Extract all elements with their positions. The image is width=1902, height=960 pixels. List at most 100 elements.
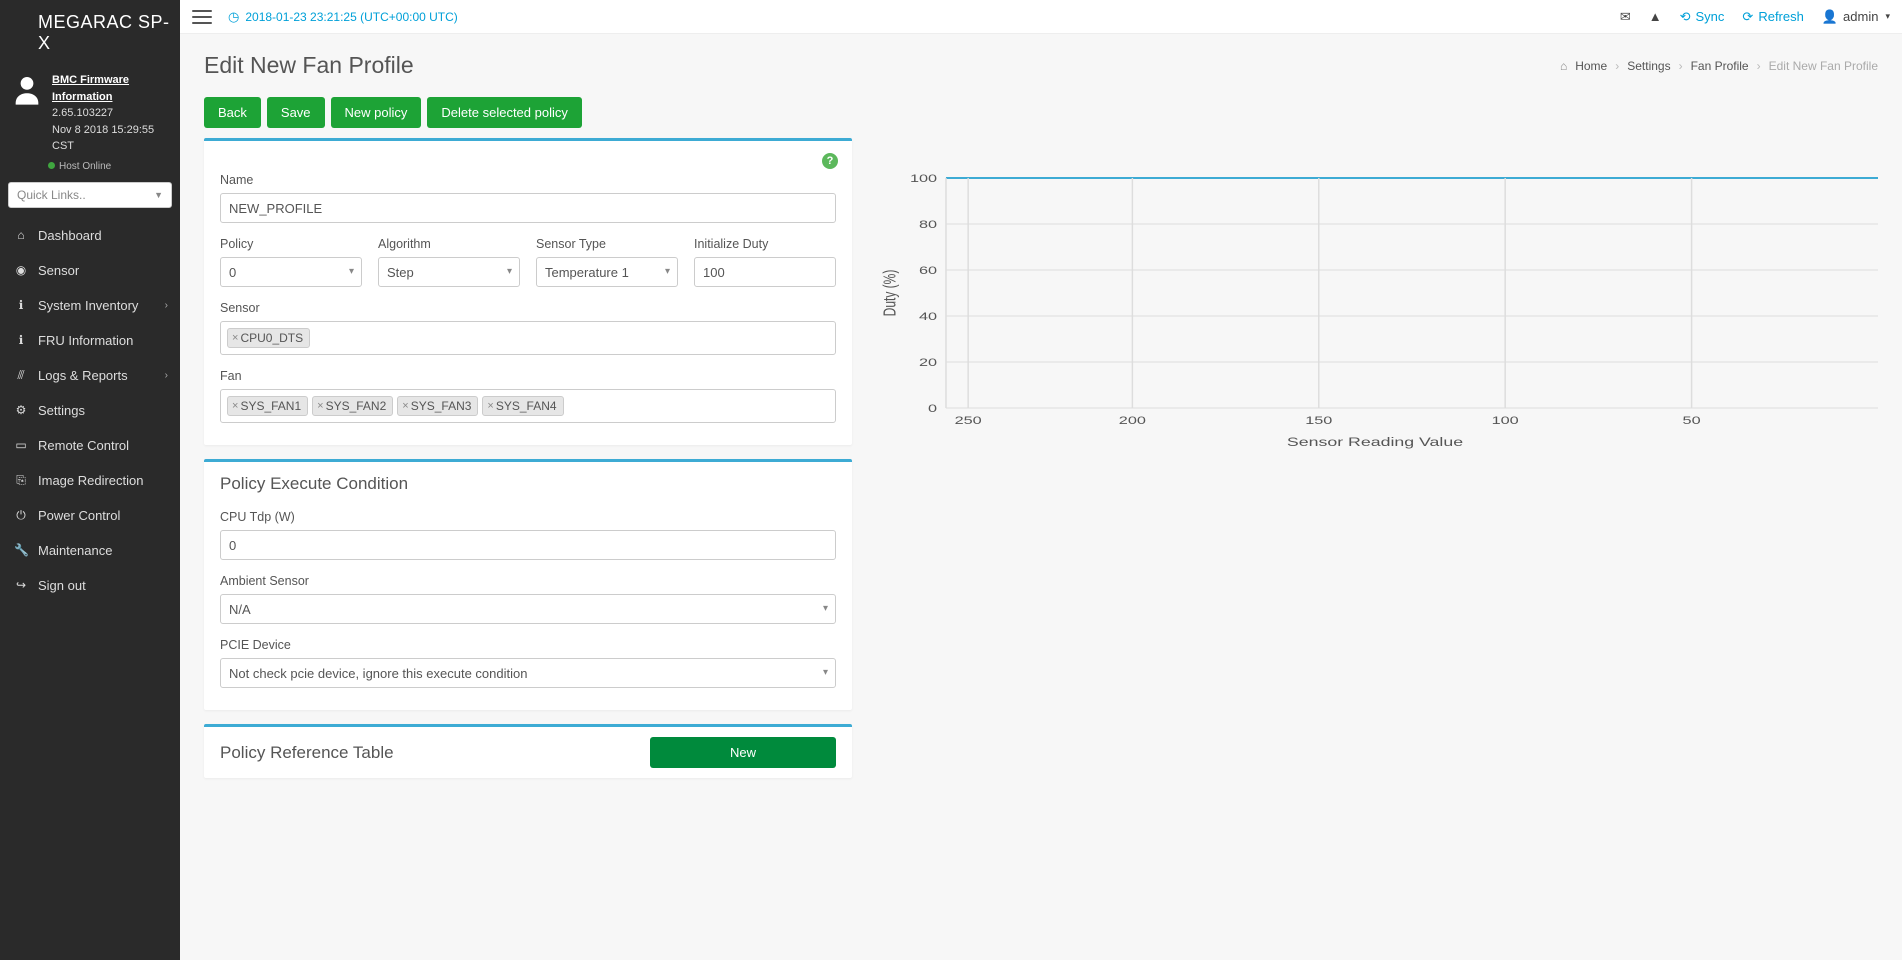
help-icon[interactable]: ?: [822, 153, 838, 169]
init-duty-input[interactable]: [694, 257, 836, 287]
svg-text:100: 100: [1492, 414, 1519, 427]
fan-tag[interactable]: ×SYS_FAN2: [312, 396, 393, 416]
main-content: Edit New Fan Profile ⌂ Home › Settings ›…: [180, 0, 1902, 960]
firmware-info-link[interactable]: BMC Firmware Information: [52, 72, 170, 105]
remove-tag-icon[interactable]: ×: [317, 400, 323, 412]
nav-item-remote-control[interactable]: ▭Remote Control: [0, 428, 180, 463]
home-icon: ⌂: [1560, 59, 1567, 73]
breadcrumb-fan-profile[interactable]: Fan Profile: [1691, 59, 1749, 73]
fan-tag[interactable]: ×SYS_FAN1: [227, 396, 308, 416]
quicklinks-dropdown[interactable]: Quick Links.. ▼: [8, 182, 172, 208]
alert-icon[interactable]: ▲: [1649, 9, 1662, 24]
nav-item-power-control[interactable]: ⏻Power Control: [0, 498, 180, 533]
cpu-tdp-label: CPU Tdp (W): [220, 510, 836, 524]
user-block: BMC Firmware Information 2.65.103227 Nov…: [0, 66, 180, 169]
nav-menu: ⌂Dashboard ◉ Sensor ℹ System Inventory › ℹ FRU …: [0, 218, 180, 603]
nav-icon: ⌂: [14, 228, 28, 242]
user-dropdown[interactable]: 👤admin▾: [1822, 9, 1890, 25]
name-input[interactable]: [220, 193, 836, 223]
host-status: Host Online: [0, 161, 180, 172]
breadcrumb-home[interactable]: Home: [1575, 59, 1607, 73]
fan-tag[interactable]: ×SYS_FAN4: [482, 396, 563, 416]
sensor-type-select[interactable]: Temperature 1: [536, 257, 678, 287]
nav-label: Image Redirection: [38, 473, 144, 488]
ambient-sensor-select[interactable]: N/A: [220, 594, 836, 624]
algorithm-select[interactable]: Step: [378, 257, 520, 287]
nav-icon: ↪: [14, 578, 28, 592]
remove-tag-icon[interactable]: ×: [232, 400, 238, 412]
nav-label: Power Control: [38, 508, 120, 523]
nav-icon: ◉: [14, 263, 28, 277]
nav-icon: ⎘: [14, 473, 28, 488]
nav-item-system-inventory[interactable]: ℹ System Inventory ›: [0, 288, 180, 323]
back-button[interactable]: Back: [204, 97, 261, 128]
page-title: Edit New Fan Profile: [204, 52, 414, 79]
sensor-tag[interactable]: ×CPU0_DTS: [227, 328, 310, 348]
svg-text:250: 250: [955, 414, 982, 427]
nav-label: Sensor: [38, 263, 79, 278]
ambient-sensor-label: Ambient Sensor: [220, 574, 836, 588]
user-avatar-icon: [10, 72, 44, 106]
nav-label: System Inventory: [38, 298, 138, 313]
nav-item-sign-out[interactable]: ↪ Sign out: [0, 568, 180, 603]
nav-label: FRU Information: [38, 333, 133, 348]
delete-policy-button[interactable]: Delete selected policy: [427, 97, 581, 128]
action-buttons: Back Save New policy Delete selected pol…: [180, 79, 1902, 138]
clock-icon: ◷: [228, 9, 239, 25]
init-duty-label: Initialize Duty: [694, 237, 836, 251]
nav-icon: ⫻: [14, 368, 28, 383]
status-dot-icon: [48, 162, 55, 169]
mail-icon[interactable]: ✉: [1620, 9, 1631, 25]
nav-item-dashboard[interactable]: ⌂Dashboard: [0, 218, 180, 253]
execute-condition-panel: Policy Execute Condition CPU Tdp (W) Amb…: [204, 459, 852, 710]
sensor-tags-input[interactable]: ×CPU0_DTS: [220, 321, 836, 355]
duty-chart: 0 20 40 60 80 100 250 200 150 100 50 Sen…: [872, 168, 1878, 468]
nav-icon: ℹ: [14, 333, 28, 347]
nav-item-logs-&-reports[interactable]: ⫻Logs & Reports›: [0, 358, 180, 393]
policy-label: Policy: [220, 237, 362, 251]
remove-tag-icon[interactable]: ×: [232, 332, 238, 344]
refresh-button[interactable]: ⟳Refresh: [1742, 9, 1803, 25]
nav-item-fru-information[interactable]: ℹ FRU Information: [0, 323, 180, 358]
chevron-right-icon: ›: [165, 300, 168, 311]
svg-text:80: 80: [919, 218, 937, 231]
new-button[interactable]: New: [650, 737, 836, 768]
name-label: Name: [220, 173, 836, 187]
nav-icon: ℹ: [14, 298, 28, 312]
remove-tag-icon[interactable]: ×: [487, 400, 493, 412]
nav-item-maintenance[interactable]: 🔧Maintenance: [0, 533, 180, 568]
fan-tags-input[interactable]: ×SYS_FAN1×SYS_FAN2×SYS_FAN3×SYS_FAN4: [220, 389, 836, 423]
pcie-device-label: PCIE Device: [220, 638, 836, 652]
chart-area: 0 20 40 60 80 100 250 200 150 100 50 Sen…: [872, 138, 1878, 468]
svg-text:50: 50: [1683, 414, 1701, 427]
cpu-tdp-input[interactable]: [220, 530, 836, 560]
execute-condition-title: Policy Execute Condition: [204, 462, 852, 506]
policy-select[interactable]: 0: [220, 257, 362, 287]
chevron-down-icon: ▼: [154, 190, 163, 200]
reference-table-panel: Policy Reference Table New: [204, 724, 852, 778]
svg-text:150: 150: [1305, 414, 1332, 427]
nav-item-sensor[interactable]: ◉ Sensor: [0, 253, 180, 288]
sidebar: MEGARAC SP-X BMC Firmware Information 2.…: [0, 0, 180, 960]
save-button[interactable]: Save: [267, 97, 325, 128]
nav-icon: ⚙: [14, 403, 28, 417]
timestamp: ◷ 2018-01-23 23:21:25 (UTC+00:00 UTC): [228, 9, 458, 25]
nav-label: Sign out: [38, 578, 86, 593]
nav-item-image-redirection[interactable]: ⎘ Image Redirection: [0, 463, 180, 498]
fan-tag[interactable]: ×SYS_FAN3: [397, 396, 478, 416]
breadcrumb-settings[interactable]: Settings: [1627, 59, 1670, 73]
new-policy-button[interactable]: New policy: [331, 97, 422, 128]
sync-button[interactable]: ⟲Sync: [1680, 9, 1725, 25]
svg-text:60: 60: [919, 264, 937, 277]
brand-title: MEGARAC SP-X: [0, 0, 180, 66]
remove-tag-icon[interactable]: ×: [402, 400, 408, 412]
sensor-label: Sensor: [220, 301, 836, 315]
nav-label: Settings: [38, 403, 85, 418]
nav-item-settings[interactable]: ⚙ Settings: [0, 393, 180, 428]
pcie-device-select[interactable]: Not check pcie device, ignore this execu…: [220, 658, 836, 688]
svg-text:40: 40: [919, 310, 937, 323]
refresh-icon: ⟳: [1742, 9, 1753, 25]
menu-toggle-icon[interactable]: [192, 10, 212, 24]
reference-table-title: Policy Reference Table: [220, 743, 394, 763]
breadcrumb-current: Edit New Fan Profile: [1769, 59, 1878, 73]
